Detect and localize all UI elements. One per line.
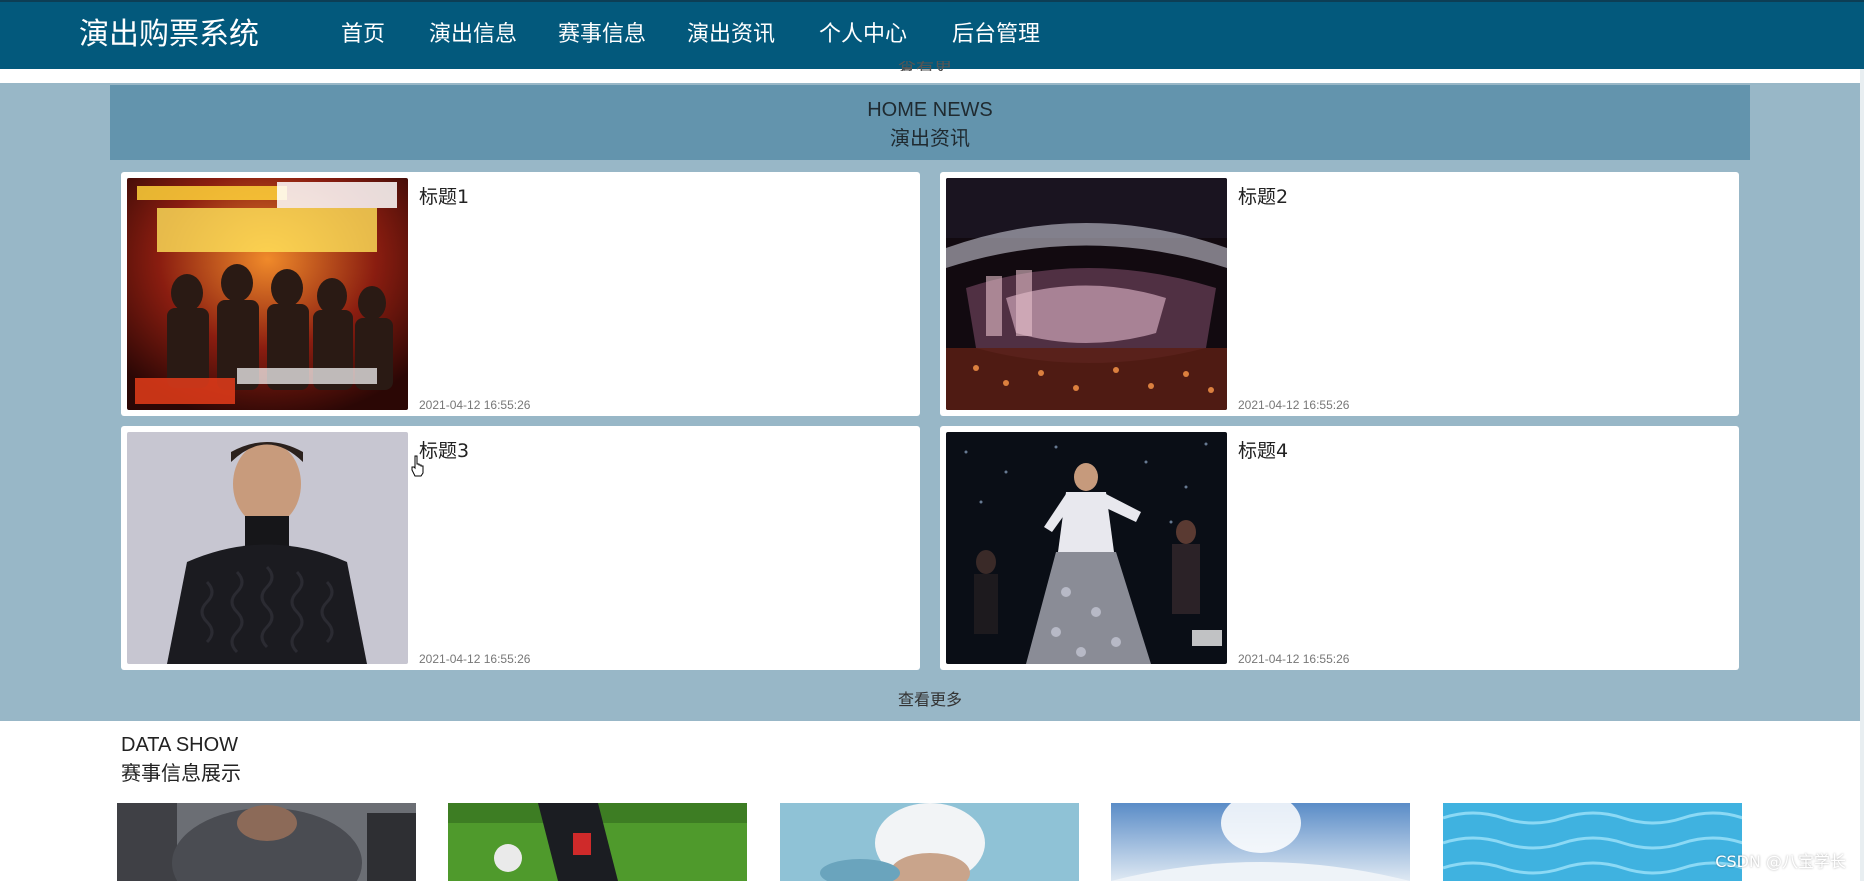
- csdn-watermark: CSDN @八宝学长: [1715, 852, 1846, 871]
- news-title-2[interactable]: 标题2: [1238, 184, 1288, 210]
- nav-personal-center[interactable]: 个人中心: [819, 20, 907, 50]
- news-image-4[interactable]: [946, 432, 1227, 664]
- previous-view-more-clipped[interactable]: 查看更多: [898, 61, 962, 71]
- news-date-4: 2021-04-12 16:55:26: [1238, 652, 1350, 666]
- nav-home[interactable]: 首页: [330, 20, 396, 72]
- data-show-heading-cn: 赛事信息展示: [121, 761, 241, 785]
- news-card-1[interactable]: 标题1 2021-04-12 16:55:26: [121, 172, 920, 416]
- news-image-3[interactable]: [127, 432, 408, 664]
- event-thumbnail-4[interactable]: [1111, 803, 1410, 881]
- news-heading-cn: 演出资讯: [890, 126, 970, 150]
- news-date-1: 2021-04-12 16:55:26: [419, 398, 531, 412]
- news-date-2: 2021-04-12 16:55:26: [1238, 398, 1350, 412]
- nav-admin[interactable]: 后台管理: [952, 20, 1040, 50]
- news-card-4[interactable]: 标题4 2021-04-12 16:55:26: [940, 426, 1739, 670]
- news-title-3[interactable]: 标题3: [419, 438, 469, 464]
- hand-cursor-icon: [411, 455, 424, 477]
- news-date-3: 2021-04-12 16:55:26: [419, 652, 531, 666]
- event-thumbnail-5[interactable]: [1443, 803, 1742, 881]
- nav-performance-news[interactable]: 演出资讯: [687, 20, 775, 50]
- news-view-more-link[interactable]: 查看更多: [0, 690, 1860, 710]
- news-title-4[interactable]: 标题4: [1238, 438, 1288, 464]
- news-image-2[interactable]: [946, 178, 1227, 410]
- news-header: HOME NEWS 演出资讯: [110, 85, 1750, 160]
- news-image-1[interactable]: [127, 178, 408, 410]
- vertical-scrollbar[interactable]: [1860, 69, 1864, 881]
- event-thumbnail-2[interactable]: [448, 803, 747, 881]
- news-section: HOME NEWS 演出资讯 标题1 2021-04-12 16:55:26 标…: [0, 83, 1860, 721]
- nav-performance-info[interactable]: 演出信息: [429, 20, 517, 50]
- news-card-3[interactable]: 标题3 2021-04-12 16:55:26: [121, 426, 920, 670]
- nav-event-info[interactable]: 赛事信息: [558, 20, 646, 50]
- news-card-2[interactable]: 标题2 2021-04-12 16:55:26: [940, 172, 1739, 416]
- event-thumbnail-3[interactable]: [780, 803, 1079, 881]
- news-heading-en: HOME NEWS: [867, 99, 993, 121]
- data-show-heading-en: DATA SHOW: [121, 734, 239, 756]
- news-title-1[interactable]: 标题1: [419, 184, 469, 210]
- site-brand[interactable]: 演出购票系统: [79, 15, 259, 55]
- top-navbar: 演出购票系统 首页 演出信息 赛事信息 演出资讯 个人中心 后台管理: [0, 0, 1864, 72]
- event-thumbnail-1[interactable]: [117, 803, 416, 881]
